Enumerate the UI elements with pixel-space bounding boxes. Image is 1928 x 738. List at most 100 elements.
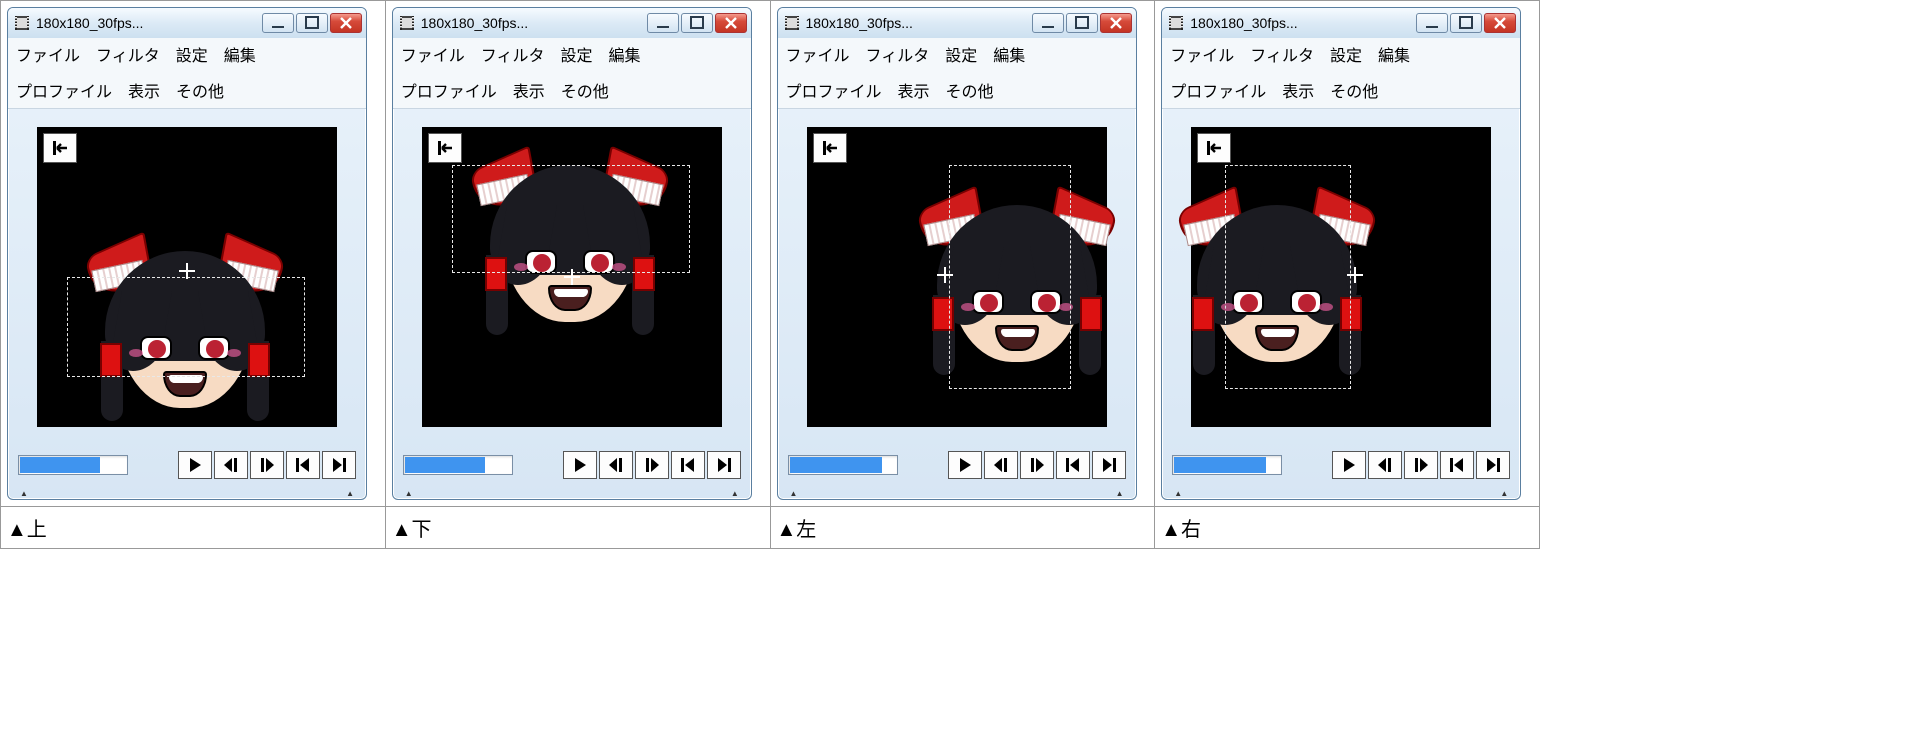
comparison-table: 180x180_30fps... ファイル フィルタ 設定 編 — [0, 0, 1540, 549]
menu-view[interactable]: 表示 — [128, 78, 160, 102]
menu-file[interactable]: ファイル — [1170, 42, 1234, 66]
goto-start-icon — [1064, 456, 1082, 474]
menu-other[interactable]: その他 — [561, 78, 609, 102]
preview-canvas[interactable] — [37, 127, 337, 427]
minimize-button[interactable] — [1416, 13, 1448, 33]
preview-canvas[interactable] — [807, 127, 1107, 427]
play-icon — [571, 456, 589, 474]
maximize-button[interactable] — [1450, 13, 1482, 33]
preview-canvas[interactable] — [422, 127, 722, 427]
step-back-button[interactable] — [214, 451, 248, 479]
close-button[interactable] — [330, 13, 362, 33]
goto-end-button[interactable] — [322, 451, 356, 479]
menu-other[interactable]: その他 — [946, 78, 994, 102]
menu-view[interactable]: 表示 — [1282, 78, 1314, 102]
maximize-button[interactable] — [1066, 13, 1098, 33]
menu-profile[interactable]: プロファイル — [16, 78, 112, 102]
minimize-icon — [654, 14, 672, 32]
maximize-icon — [1457, 14, 1475, 32]
goto-end-button[interactable] — [707, 451, 741, 479]
selection-marquee[interactable] — [67, 277, 305, 377]
step-forward-icon — [1028, 456, 1046, 474]
menu-other[interactable]: その他 — [176, 78, 224, 102]
menu-settings[interactable]: 設定 — [945, 42, 977, 66]
menu-view[interactable]: 表示 — [513, 78, 545, 102]
rewind-to-start-button[interactable] — [43, 133, 77, 163]
selection-marquee[interactable] — [452, 165, 690, 273]
step-back-button[interactable] — [1368, 451, 1402, 479]
goto-start-button[interactable] — [286, 451, 320, 479]
playback-controls — [778, 445, 1136, 489]
goto-end-button[interactable] — [1476, 451, 1510, 479]
minimize-button[interactable] — [647, 13, 679, 33]
step-forward-button[interactable] — [1404, 451, 1438, 479]
titlebar[interactable]: 180x180_30fps... — [8, 8, 366, 38]
goto-start-icon — [1448, 456, 1466, 474]
seek-slider[interactable] — [403, 455, 513, 475]
seek-slider[interactable] — [788, 455, 898, 475]
menu-profile[interactable]: プロファイル — [1170, 78, 1266, 102]
app-window: 180x180_30fps... ファイル フィルタ 設定 編 — [1161, 7, 1521, 500]
close-button[interactable] — [715, 13, 747, 33]
menu-view[interactable]: 表示 — [898, 78, 930, 102]
minimize-button[interactable] — [262, 13, 294, 33]
rewind-to-start-button[interactable] — [428, 133, 462, 163]
rewind-to-start-icon — [1205, 139, 1223, 157]
seek-slider[interactable] — [1172, 455, 1282, 475]
menu-profile[interactable]: プロファイル — [401, 78, 497, 102]
menu-profile[interactable]: プロファイル — [786, 78, 882, 102]
step-back-icon — [992, 456, 1010, 474]
menu-filter[interactable]: フィルタ — [481, 42, 545, 66]
goto-end-icon — [1484, 456, 1502, 474]
close-icon — [1107, 14, 1125, 32]
menu-edit[interactable]: 編集 — [1378, 42, 1410, 66]
playback-controls — [1162, 445, 1520, 489]
menu-settings[interactable]: 設定 — [560, 42, 592, 66]
maximize-button[interactable] — [681, 13, 713, 33]
step-back-icon — [607, 456, 625, 474]
goto-end-icon — [715, 456, 733, 474]
goto-start-button[interactable] — [1056, 451, 1090, 479]
step-back-button[interactable] — [599, 451, 633, 479]
titlebar[interactable]: 180x180_30fps... — [778, 8, 1136, 38]
step-forward-button[interactable] — [250, 451, 284, 479]
menu-file[interactable]: ファイル — [401, 42, 465, 66]
titlebar[interactable]: 180x180_30fps... — [1162, 8, 1520, 38]
selection-marquee[interactable] — [949, 165, 1071, 389]
goto-start-button[interactable] — [671, 451, 705, 479]
menu-file[interactable]: ファイル — [16, 42, 80, 66]
menu-other[interactable]: その他 — [1330, 78, 1378, 102]
rewind-to-start-button[interactable] — [813, 133, 847, 163]
menu-file[interactable]: ファイル — [786, 42, 850, 66]
window-title: 180x180_30fps... — [806, 15, 1032, 31]
titlebar[interactable]: 180x180_30fps... — [393, 8, 751, 38]
step-forward-button[interactable] — [1020, 451, 1054, 479]
play-button[interactable] — [563, 451, 597, 479]
goto-start-button[interactable] — [1440, 451, 1474, 479]
play-button[interactable] — [178, 451, 212, 479]
close-button[interactable] — [1100, 13, 1132, 33]
step-forward-button[interactable] — [635, 451, 669, 479]
menu-filter[interactable]: フィルタ — [96, 42, 160, 66]
menu-settings[interactable]: 設定 — [176, 42, 208, 66]
play-icon — [956, 456, 974, 474]
play-button[interactable] — [1332, 451, 1366, 479]
menu-edit[interactable]: 編集 — [993, 42, 1025, 66]
selection-marquee[interactable] — [1225, 165, 1351, 389]
menu-filter[interactable]: フィルタ — [1250, 42, 1314, 66]
goto-end-icon — [1100, 456, 1118, 474]
preview-canvas[interactable] — [1191, 127, 1491, 427]
app-window: 180x180_30fps... ファイル フィルタ 設定 編 — [392, 7, 752, 500]
menu-edit[interactable]: 編集 — [608, 42, 640, 66]
minimize-button[interactable] — [1032, 13, 1064, 33]
play-button[interactable] — [948, 451, 982, 479]
menu-filter[interactable]: フィルタ — [866, 42, 930, 66]
seek-slider[interactable] — [18, 455, 128, 475]
step-back-button[interactable] — [984, 451, 1018, 479]
rewind-to-start-button[interactable] — [1197, 133, 1231, 163]
close-button[interactable] — [1484, 13, 1516, 33]
goto-end-button[interactable] — [1092, 451, 1126, 479]
maximize-button[interactable] — [296, 13, 328, 33]
menu-edit[interactable]: 編集 — [224, 42, 256, 66]
menu-settings[interactable]: 設定 — [1330, 42, 1362, 66]
